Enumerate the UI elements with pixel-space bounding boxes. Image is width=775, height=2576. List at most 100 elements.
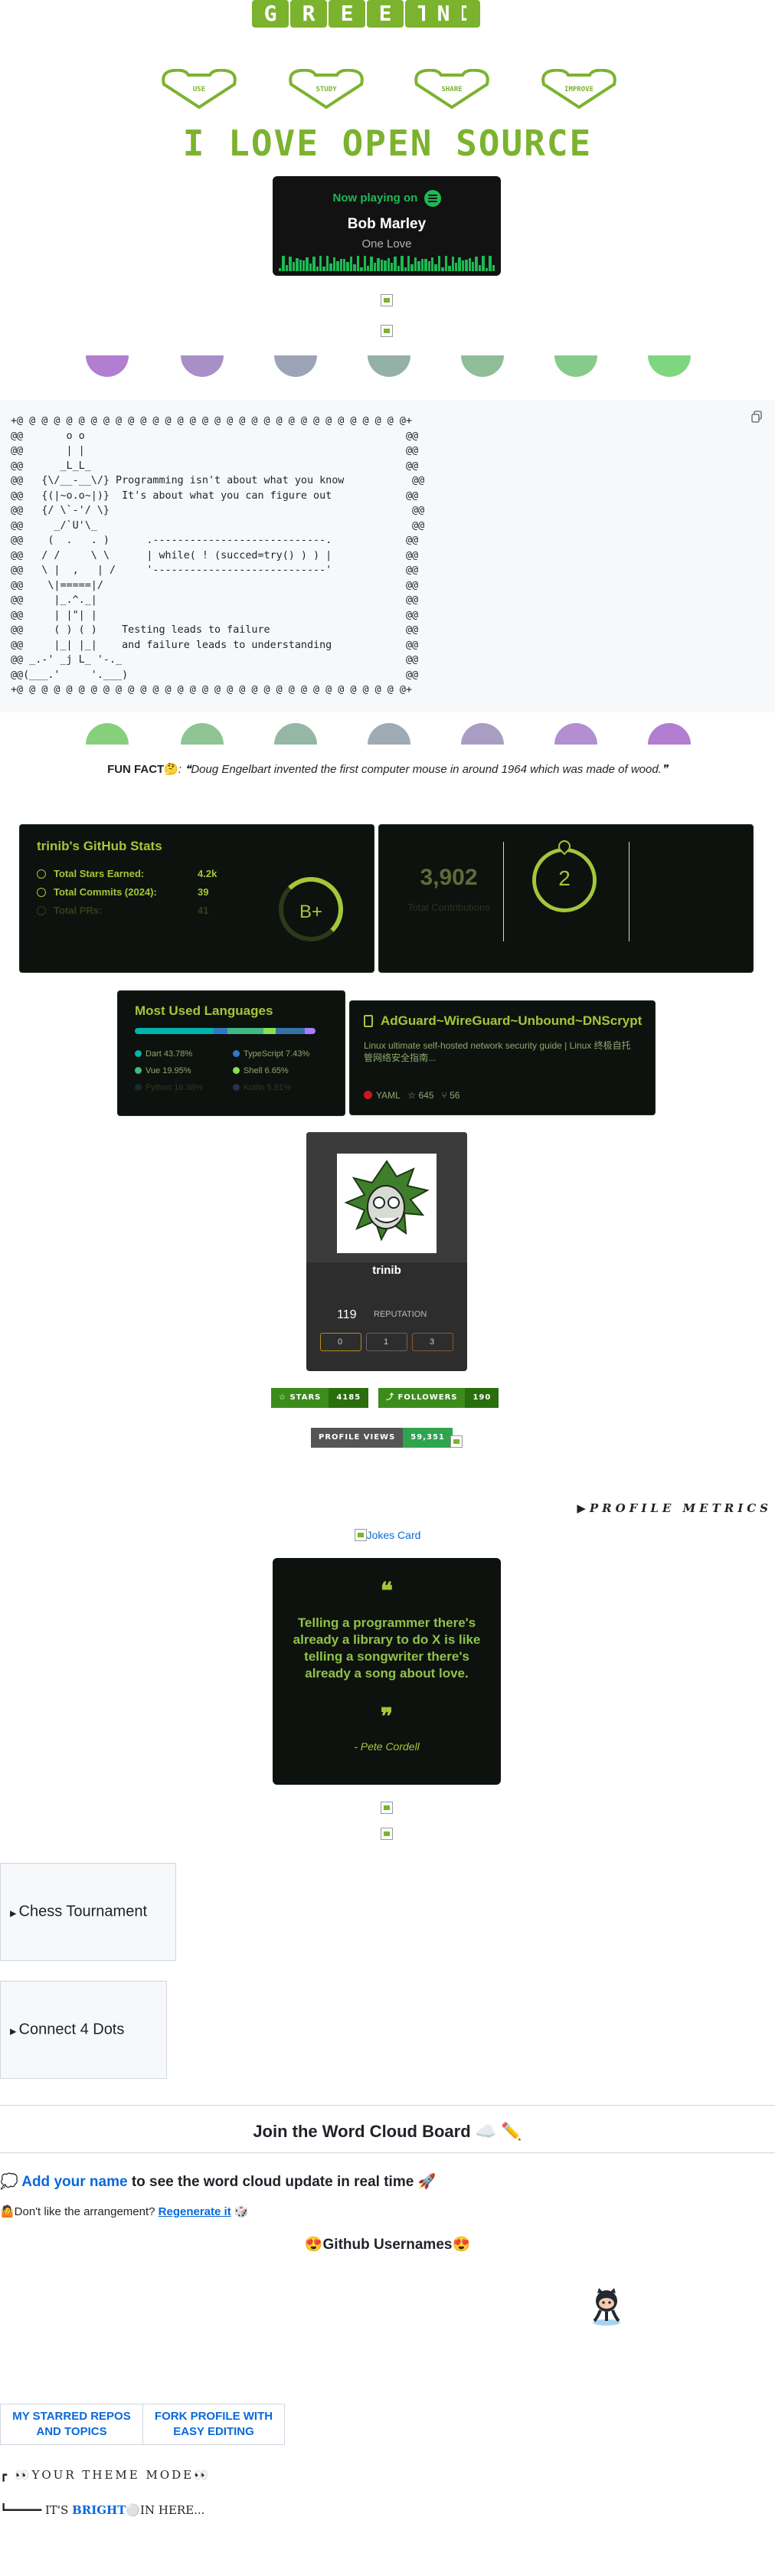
stackoverflow-card[interactable]: trinib 119 REPUTATION 0 1 3 — [306, 1132, 467, 1371]
followers-shield[interactable]: ⤴ FOLLOWERS 190 — [378, 1388, 499, 1408]
visualizer-bar — [448, 266, 451, 271]
language-dot — [364, 1091, 372, 1099]
visualizer-bar — [306, 257, 309, 271]
broken-image-icon — [381, 1828, 393, 1840]
visualizer-bar — [394, 256, 397, 271]
language-bar-segment — [305, 1028, 316, 1034]
heart-badge: STUDY — [286, 69, 366, 109]
language-item: Vue 19.95% — [135, 1066, 191, 1075]
language-dot — [135, 1084, 142, 1091]
wave-drop — [274, 355, 317, 377]
open-quote-icon: ❝ — [380, 1578, 394, 1605]
quote-card: ❝ Telling a programmer there's already a… — [273, 1558, 501, 1785]
visualizer-bar — [329, 263, 332, 271]
heart-label: IMPROVE — [564, 86, 594, 93]
jokes-card-link[interactable]: Jokes Card — [0, 1529, 775, 1541]
broken-image-icon — [381, 1802, 393, 1814]
visualizer-bar — [454, 263, 458, 271]
starred-repos-link[interactable]: MY STARRED REPOS AND TOPICS — [1, 2404, 143, 2444]
visualizer-bar — [302, 260, 306, 271]
stars-shield[interactable]: ☆ STARS 4185 — [271, 1388, 369, 1408]
spotify-now-playing-card[interactable]: Now playing on Bob Marley One Love — [273, 176, 501, 276]
connect-four-details[interactable]: ▶ Connect 4 Dots — [0, 1981, 167, 2079]
broken-image-icon — [381, 325, 393, 337]
language-item: Shell 6.65% — [233, 1066, 289, 1075]
wave-drop — [274, 723, 317, 745]
copy-icon[interactable] — [750, 411, 763, 423]
disclosure-triangle-icon: ▶ — [577, 1501, 590, 1515]
visualizer-bar — [492, 264, 495, 271]
pr-icon — [37, 906, 46, 915]
visualizer-bar — [285, 264, 289, 271]
visualizer-bar — [322, 267, 325, 271]
heart-label: USE — [192, 86, 206, 93]
gold-badge: 0 — [320, 1333, 361, 1351]
visualizer-bar — [475, 257, 478, 271]
repo-pin-card[interactable]: AdGuard~WireGuard~Unbound~DNScrypt Linux… — [349, 1000, 656, 1115]
stats-row: Total PRs: 41 — [37, 905, 208, 916]
wave-drop — [648, 355, 691, 377]
audio-visualizer — [279, 256, 495, 271]
chess-tournament-details[interactable]: ▶ Chess Tournament — [0, 1863, 176, 1961]
visualizer-bar — [289, 257, 292, 271]
follow-icon: ⤴ — [386, 1393, 398, 1402]
add-name-line: 💭 Add your name to see the word cloud up… — [0, 2174, 437, 2190]
most-used-languages-card[interactable]: Most Used Languages Dart 43.78% TypeScri… — [117, 990, 345, 1116]
visualizer-bar — [377, 257, 380, 271]
total-contributions-value: 3,902 — [420, 865, 478, 890]
banner-letter: G — [252, 0, 289, 28]
wave-drop — [368, 723, 410, 745]
ascii-art: +@ @ @ @ @ @ @ @ @ @ @ @ @ @ @ @ @ @ @ @… — [11, 415, 425, 696]
wave-drop — [368, 355, 410, 377]
visualizer-bar — [482, 256, 485, 271]
quote-author: - Pete Cordell — [354, 1740, 420, 1753]
visualizer-bar — [363, 256, 366, 271]
languages-bar — [135, 1028, 316, 1034]
star-icon: ☆ — [407, 1090, 417, 1101]
heart-label: SHARE — [441, 86, 463, 93]
visualizer-bar — [458, 257, 461, 271]
visualizer-bar — [424, 259, 427, 271]
banner-letter: R — [290, 0, 327, 28]
add-your-name-link[interactable]: Add your name — [21, 2174, 127, 2190]
visualizer-bar — [346, 261, 349, 271]
regenerate-link[interactable]: Regenerate it — [159, 2205, 231, 2218]
github-stats-card[interactable]: trinib's GitHub Stats Total Stars Earned… — [19, 824, 374, 973]
details-label: Connect 4 Dots — [18, 2021, 125, 2038]
shield-value: 59,351 — [403, 1428, 453, 1448]
visualizer-bar — [478, 265, 482, 271]
profile-metrics-summary[interactable]: ▶PROFILE METRICS — [577, 1501, 772, 1515]
now-playing-line: Now playing on — [273, 190, 501, 207]
language-item: TypeScript 7.43% — [233, 1049, 309, 1059]
broken-image-icon — [381, 294, 393, 306]
heart-badge: SHARE — [412, 69, 492, 109]
visualizer-bar — [332, 257, 336, 271]
divider — [503, 842, 504, 941]
language-bar-segment — [263, 1028, 276, 1034]
repo-title[interactable]: AdGuard~WireGuard~Unbound~DNScrypt — [381, 1013, 642, 1029]
streak-stats-card[interactable]: 3,902 Total Contributions 2 — [378, 824, 754, 973]
visualizer-bar — [384, 260, 387, 271]
thinking-emoji: 🤔 — [164, 763, 178, 776]
fork-profile-link[interactable]: FORK PROFILE WITH EASY EDITING — [143, 2404, 284, 2444]
wave-drop — [648, 723, 691, 745]
visualizer-bar — [319, 256, 322, 271]
heart-label: STUDY — [316, 86, 337, 93]
fork-icon: ⑂ — [441, 1090, 447, 1101]
visualizer-bar — [309, 263, 312, 271]
fun-fact-text: : ❝Doug Engelbart invented the first com… — [178, 763, 668, 776]
visualizer-bar — [296, 258, 299, 271]
stats-row: Total Commits (2024): 39 — [37, 886, 208, 898]
visualizer-bar — [461, 260, 465, 271]
visualizer-bar — [404, 267, 407, 271]
bronze-badge: 3 — [412, 1333, 453, 1351]
wave-drop — [181, 723, 224, 745]
shield-value: 4185 — [329, 1388, 369, 1408]
visualizer-bar — [420, 258, 424, 271]
visualizer-bar — [407, 256, 410, 271]
shield-label: PROFILE VIEWS — [311, 1428, 404, 1448]
visualizer-bar — [410, 263, 414, 271]
wave-drop — [461, 723, 504, 745]
language-bar-segment — [227, 1028, 263, 1034]
visualizer-bar — [336, 260, 339, 271]
